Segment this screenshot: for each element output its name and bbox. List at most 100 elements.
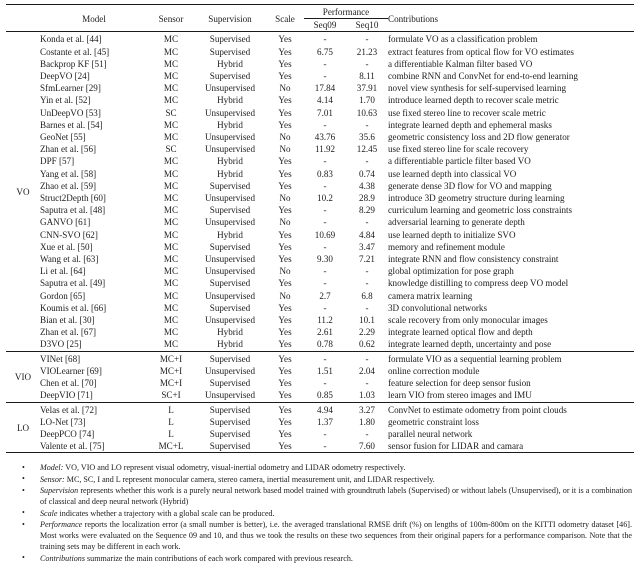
cell-sensor: MC [163,156,179,167]
table-row: Bian et al. [30] MC Unsupervised Yes 11.2 10.… [6,314,634,326]
cell-supervision: Supervised [209,46,251,57]
cell-supervision: Supervised [209,441,251,452]
cell-model: Velas et al. [72] [40,404,98,415]
table-row: Zhan et al. [67] MC Hybrid Yes 2.61 2.29 integ… [6,326,634,338]
table-row: Backprop KF [51] MC Hybrid Yes - - a different… [6,58,634,70]
cell-contribution: use fixed stereo line for scale recovery [388,144,529,155]
cell-scale: Yes [278,95,292,106]
cell-sensor: L [168,428,174,439]
cell-contribution: feature selection for deep sensor fusion [388,378,531,389]
cell-supervision: Supervised [209,378,251,389]
cell-contribution: novel view synthesis for self-supervised… [388,83,567,94]
cell-seq10: 28.9 [359,193,375,204]
cell-contribution: integrate learned optical flow and depth [388,327,533,338]
cell-seq10: - [365,217,369,228]
cell-contribution: combine RNN and ConvNet for end-to-end l… [388,71,578,82]
cell-seq10: 8.11 [359,71,375,82]
cell-seq10: 10.63 [356,107,378,118]
cell-seq09: 1.37 [317,416,333,427]
cell-contribution: introduce learned depth to recover scale… [388,95,559,106]
cell-model: Yin et al. [52] [40,95,91,106]
cell-model: Bian et al. [30] [40,315,95,326]
footnote-text: reports the localization error (a small … [40,520,632,552]
cell-seq09: 7.01 [317,107,333,118]
cell-contribution: parallel neural network [388,428,473,439]
cell-model: D3VO [25] [40,339,82,350]
cell-scale: Yes [278,119,292,130]
cell-model: Barnes et al. [54] [40,119,103,130]
cell-contribution: use learned depth into classical VO [388,168,517,179]
cell-sensor: L [168,416,174,427]
cell-seq09: 11.92 [314,144,336,155]
footnote-term: Model: [40,463,64,473]
cell-scale: Yes [278,404,292,415]
cell-supervision: Supervised [209,180,251,191]
cell-model: SfmLearner [29] [40,83,101,94]
cell-contribution: extract features from optical flow for V… [388,46,574,57]
cell-model: Zhao et al. [59] [40,180,97,191]
table-row: VO Konda et al. [44] MC Supervised Yes - - form… [6,33,634,197]
cell-seq10: 3.27 [359,404,375,415]
cell-seq09: - [323,180,327,191]
cell-supervision: Hybrid [217,95,243,106]
cell-seq10: 10.1 [359,315,375,326]
header-group [6,6,40,32]
cell-seq10: - [365,119,369,130]
table-row: DeepVO [24] MC Supervised Yes - 8.11 combine R… [6,70,634,82]
cell-seq10: 1.70 [359,95,375,106]
cell-model: DeepVIO [71] [40,390,93,401]
header-seq09: Seq09 [313,20,337,31]
group-label-vio: VIO [14,371,32,382]
cell-seq10: - [365,278,369,289]
header-seq10: Seq10 [355,20,379,31]
cell-supervision: Unsupervised [204,266,255,277]
cell-seq10: - [365,156,369,167]
cell-scale: Yes [278,378,292,389]
group-label-lo: LO [16,422,30,433]
cell-sensor: MC+I [159,353,183,364]
cell-supervision: Unsupervised [204,315,255,326]
table-row: GANVO [61] MC Unsupervised No - - adversarial … [6,216,634,228]
cell-seq10: - [365,302,369,313]
cell-scale: No [279,144,291,155]
cell-seq09: 11.2 [317,315,333,326]
cell-seq10: 2.04 [359,365,375,376]
cell-scale: Yes [278,241,292,252]
cell-seq09: - [323,441,327,452]
cell-contribution: use fixed stereo line to recover scale m… [388,107,546,118]
cell-sensor: SC+I [161,390,181,401]
cell-sensor: L [168,404,174,415]
cell-model: Gordon [65] [40,290,86,301]
cell-contribution: integrate learned depth, uncertainty and… [388,339,552,350]
cell-sensor: MC [163,71,179,82]
cell-sensor: MC+I [159,378,183,389]
table-row: DPF [57] MC Hybrid Yes - - a differentiable pa… [6,155,634,167]
footnote-item: • Performance reports the localization er… [18,519,632,552]
cell-seq10: 1.80 [359,416,375,427]
cell-model: DeepVO [24] [40,71,90,82]
cell-sensor: SC [165,107,177,118]
footnote-term: Scale [40,508,58,518]
cell-contribution: a differentiable particle filter based V… [388,156,531,167]
group-label-vo: VO [16,186,30,197]
table-row: Wang et al. [63] MC Unsupervised Yes 9.30 7.2… [6,253,634,265]
cell-seq10: 0.62 [359,339,375,350]
bullet-icon: • [22,474,25,484]
cell-model: Saputra et al. [48] [40,205,106,216]
header-contributions: Contributions [388,13,439,24]
cell-supervision: Unsupervised [204,83,255,94]
cell-sensor: MC [163,193,179,204]
cell-seq10: 2.29 [359,327,375,338]
footnote-term: Contributions [40,553,85,563]
cell-seq09: - [323,266,327,277]
table-row: Saputra et al. [49] MC Supervised Yes - - know… [6,277,634,289]
cell-supervision: Hybrid [217,168,243,179]
header-scale: Scale [275,13,295,24]
bullet-icon: • [22,508,25,518]
cell-supervision: Unsupervised [204,107,255,118]
cell-seq09: - [323,241,327,252]
cell-scale: Yes [278,339,292,350]
cell-seq09: 0.85 [317,390,333,401]
footnote-item: • Sensor: MC, SC, I and L represent monoc… [18,474,632,485]
cell-scale: No [279,290,291,301]
